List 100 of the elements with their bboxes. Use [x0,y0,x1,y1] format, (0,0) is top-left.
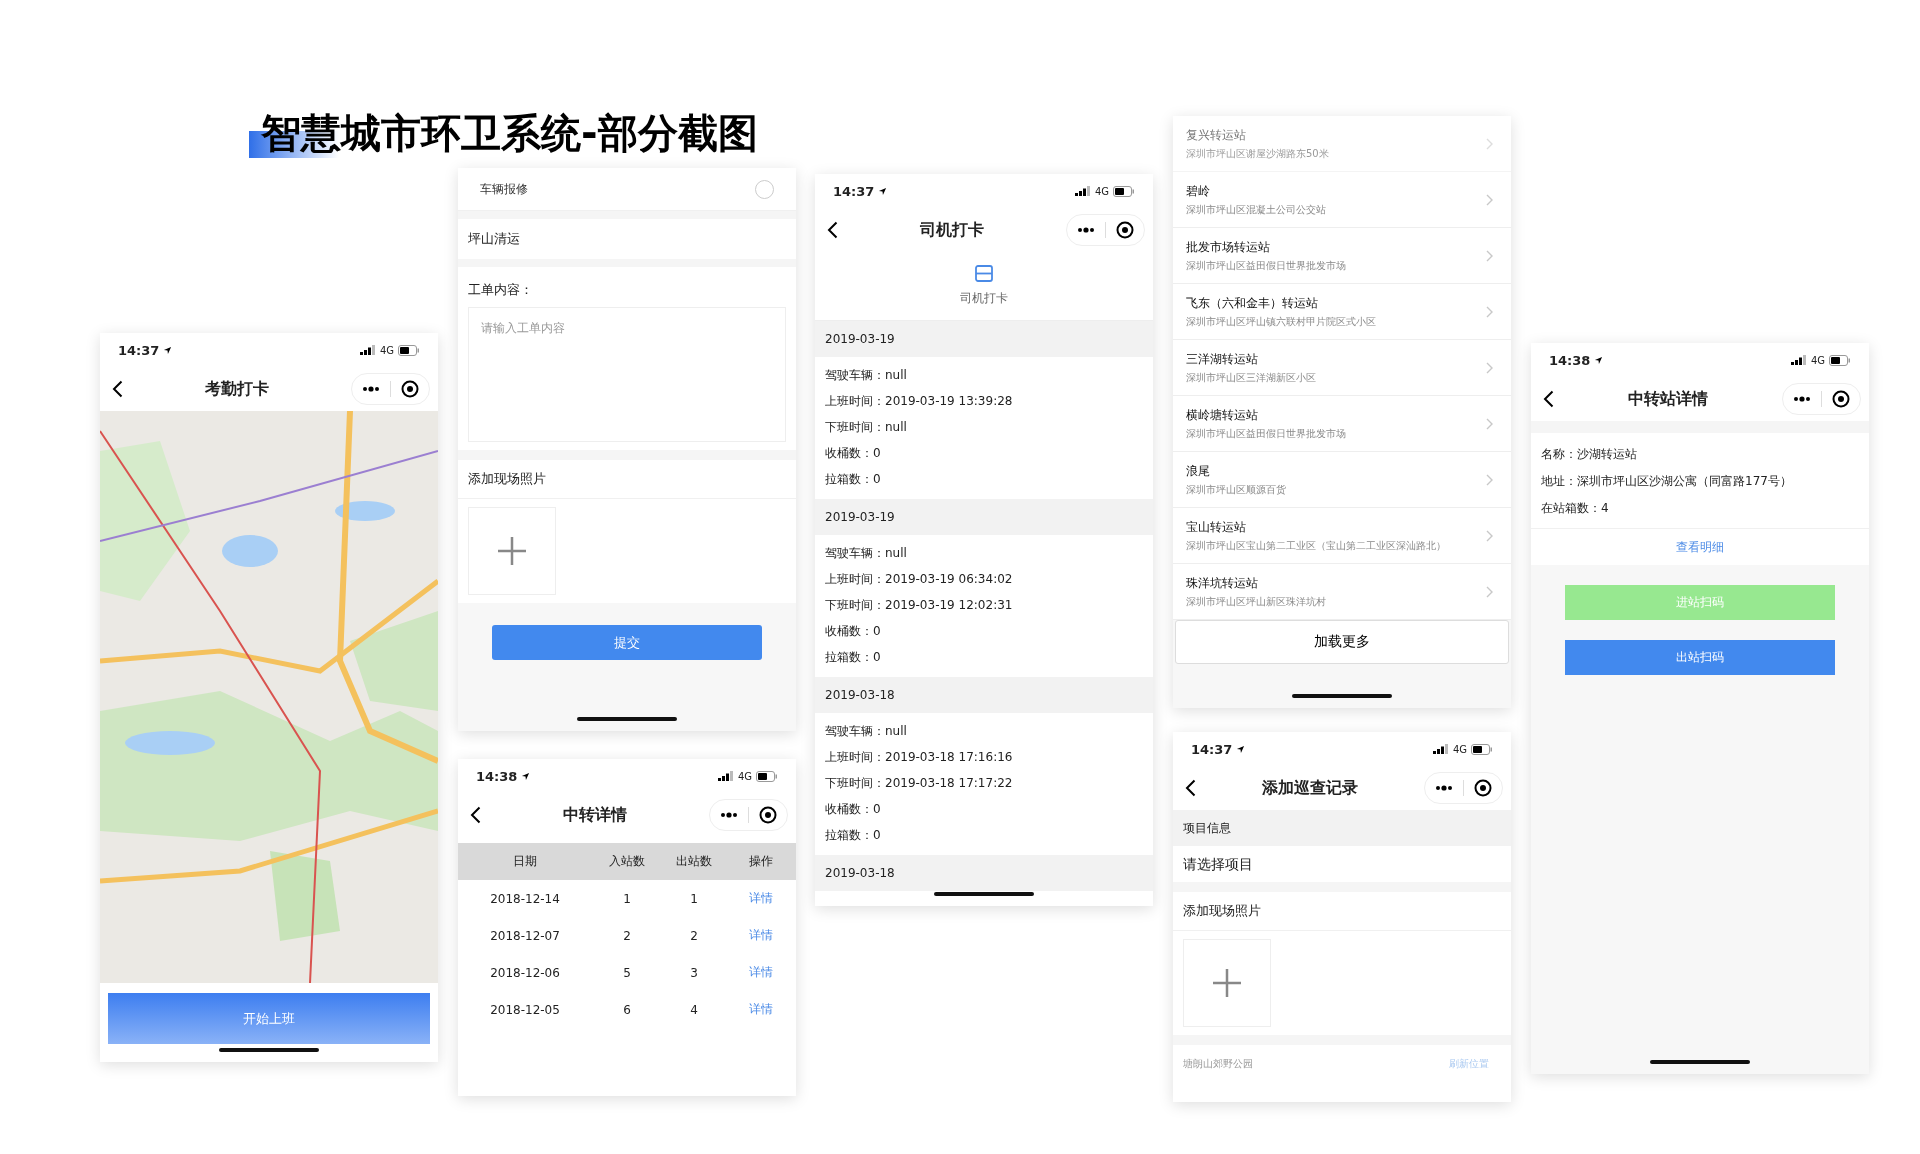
plus-icon [1212,968,1242,998]
station-item[interactable]: 浪尾 深圳市坪山区顺源百货 [1173,452,1511,508]
chevron-right-icon [1486,417,1493,430]
record-line: 下班时间：2019-03-18 17:17:22 [825,775,1014,792]
station-item[interactable]: 飞东（六和金丰）转运站 深圳市坪山区坪山镇六联村甲片院区式小区 [1173,284,1511,340]
station-name: 横岭塘转运站 [1186,406,1259,424]
battery-icon [1113,185,1135,197]
battery-icon [1471,743,1493,755]
target-icon[interactable] [1832,390,1850,408]
target-icon[interactable] [1474,779,1492,797]
battery-icon [1829,354,1851,366]
table-cell-text: 6 [622,1002,632,1017]
network-label: 4G [1810,354,1825,366]
upload-tile[interactable] [468,507,556,595]
record-line: 收桶数：0 [825,445,882,462]
detail-link[interactable]: 详情 [726,927,796,944]
project-name: 坪山清运 [467,230,521,248]
more-icon[interactable] [1077,227,1095,233]
table-cell-text: 4 [689,1002,699,1017]
target-icon[interactable] [1116,221,1134,239]
record-line: 上班时间：2019-03-19 06:34:02 [825,571,1014,588]
station-item[interactable]: 碧岭 深圳市坪山区混凝土公司公交站 [1173,172,1511,228]
back-icon[interactable] [1185,779,1196,797]
station-item[interactable]: 横岭塘转运站 深圳市坪山区益田假日世界批发市场 [1173,396,1511,452]
record-line: 驾驶车辆：null [825,367,908,384]
back-icon[interactable] [112,380,123,398]
column-header: 日期 [512,853,538,870]
column-header: 操作 [748,853,774,870]
page-title: 中转站详情 [1628,388,1708,410]
more-icon[interactable] [1435,785,1453,791]
chevron-right-icon [1486,193,1493,206]
station-address: 深圳市坪山区宝山第二工业区（宝山第二工业区深汕路北） [1186,538,1446,553]
station-item[interactable]: 三洋湖转运站 深圳市坪山区三洋湖新区小区 [1173,340,1511,396]
station-item[interactable]: 批发市场转运站 深圳市坪山区益田假日世界批发市场 [1173,228,1511,284]
content-label: 工单内容： [467,281,534,299]
back-icon[interactable] [1543,390,1554,408]
project-select[interactable]: 请选择项目 [1173,846,1511,882]
station-address: 深圳市坪山区谢屋沙湖路东50米 [1186,146,1329,161]
chevron-right-icon [1486,361,1493,374]
upload-tile[interactable] [1183,939,1271,1027]
chevron-right-icon [1486,473,1493,486]
plus-icon [497,536,527,566]
network-label: 4G [379,344,394,356]
table-cell-text: 2 [622,928,632,943]
view-details-link[interactable]: 查看明细 [1676,538,1724,556]
station-address: 深圳市坪山区坪山镇六联村甲片院区式小区 [1186,314,1376,329]
location-arrow-icon [1594,355,1604,365]
record-line: 拉箱数：0 [825,827,882,844]
chevron-right-icon [1486,249,1493,262]
load-more-button[interactable]: 加载更多 [1175,620,1509,664]
submit-button[interactable]: 提交 [492,625,762,660]
battery-icon [398,344,420,356]
station-address: 深圳市坪山区三洋湖新区小区 [1186,370,1316,385]
table-cell-text: 2018-12-06 [489,965,561,980]
detail-link[interactable]: 详情 [726,1001,796,1018]
station-item[interactable]: 宝山转运站 深圳市坪山区宝山第二工业区（宝山第二工业区深汕路北） [1173,508,1511,564]
target-icon[interactable] [759,806,777,824]
info-text: 地址：深圳市坪山区沙湖公寓（同富路177号） [1541,473,1793,490]
date-header: 2019-03-18 [815,855,1153,891]
column-header: 出站数 [675,853,713,870]
station-name: 复兴转运站 [1186,126,1247,144]
back-icon[interactable] [827,221,838,239]
detail-link[interactable]: 详情 [726,890,796,907]
record-line: 收桶数：0 [825,801,882,818]
status-time: 14:37 [118,342,160,358]
signal-icon [717,771,734,781]
battery-icon [756,770,778,782]
more-icon[interactable] [362,386,380,392]
record-line: 拉箱数：0 [825,471,882,488]
status-time: 14:38 [476,768,518,784]
detail-link[interactable]: 详情 [726,964,796,981]
record-line: 拉箱数：0 [825,649,882,666]
tab-label[interactable]: 司机打卡 [960,290,1008,307]
more-icon[interactable] [720,812,738,818]
station-address: 深圳市坪山区混凝土公司公交站 [1186,202,1326,217]
table-cell-text: 1 [689,891,699,906]
target-icon[interactable] [401,380,419,398]
station-item[interactable]: 珠洋坑转运站 深圳市坪山区坪山新区珠洋坑村 [1173,564,1511,620]
page-title: 司机打卡 [920,219,984,241]
station-item[interactable]: 复兴转运站 深圳市坪山区谢屋沙湖路东50米 [1173,116,1511,172]
station-name: 碧岭 [1186,182,1211,200]
table-cell-text: 2 [689,928,699,943]
record-line: 上班时间：2019-03-18 17:16:16 [825,749,1014,766]
signal-icon [1790,355,1807,365]
date-header: 2019-03-19 [815,321,1153,357]
more-icon[interactable] [1793,396,1811,402]
record-line: 驾驶车辆：null [825,545,908,562]
back-icon[interactable] [470,806,481,824]
table-cell-text: 5 [622,965,632,980]
location-arrow-icon [521,771,531,781]
record-line: 上班时间：2019-03-19 13:39:28 [825,393,1014,410]
content-field[interactable]: 请输入工单内容 [468,307,786,442]
station-name: 批发市场转运站 [1186,238,1271,256]
record-line: 驾驶车辆：null [825,723,908,740]
table-cell-text: 2018-12-14 [489,891,561,906]
scan-button[interactable]: 出站扫码 [1565,640,1835,675]
signal-icon [1432,744,1449,754]
section-header: 项目信息 [1173,810,1511,846]
network-label: 4G [737,770,752,782]
scan-icon[interactable] [975,265,993,282]
